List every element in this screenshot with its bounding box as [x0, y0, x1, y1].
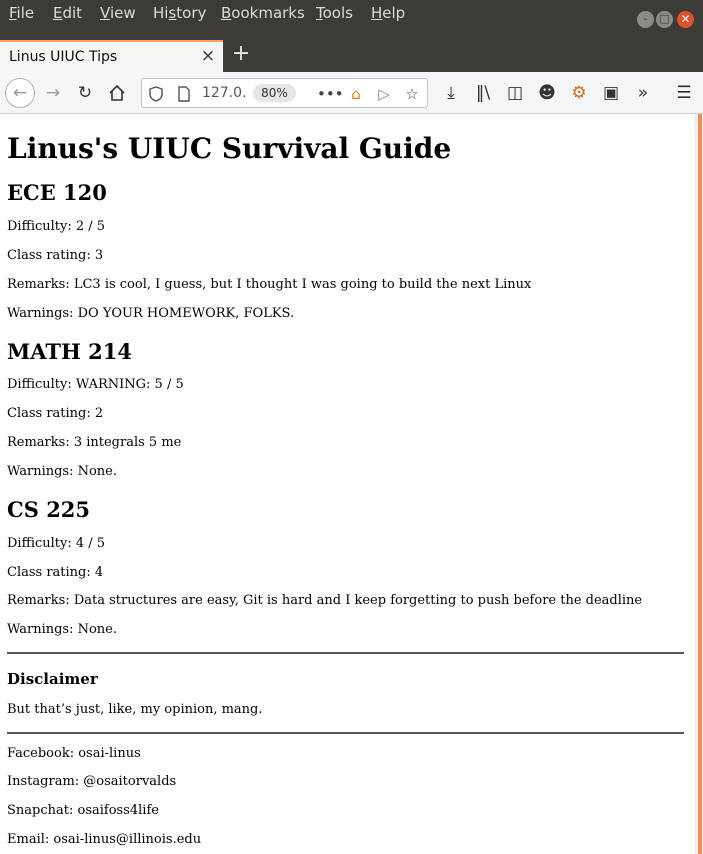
back-button[interactable]: ←: [5, 78, 35, 108]
contact-email: Email: osai-linus@illinois.edu: [7, 832, 202, 847]
menu-history[interactable]: History: [153, 4, 206, 22]
page-content: Linus's UIUC Survival Guide ECE 120 Diff…: [0, 114, 694, 854]
home-button[interactable]: [104, 80, 130, 106]
course-rating: Class rating: 4: [7, 565, 104, 580]
course-difficulty: Difficulty: 4 / 5: [7, 536, 106, 551]
menu-view[interactable]: View: [100, 4, 136, 22]
sidebar-button[interactable]: ◫: [502, 80, 528, 106]
tab-strip: Linus UIUC Tips × +: [0, 28, 703, 72]
minimize-button[interactable]: –: [637, 11, 654, 28]
extension-button[interactable]: ⚙: [566, 80, 592, 106]
page-icon[interactable]: [173, 83, 195, 105]
menu-bookmarks[interactable]: Bookmarks: [221, 4, 305, 22]
containers-button[interactable]: ▣: [598, 80, 624, 106]
tab-close-icon[interactable]: ×: [199, 46, 217, 66]
download-icon: ⤓: [447, 83, 455, 103]
plus-icon: +: [231, 41, 251, 66]
chevron-double-right-icon: »: [637, 83, 649, 103]
course-rating: Class rating: 3: [7, 248, 104, 263]
grid-icon: ▣: [602, 83, 620, 103]
course-remarks: Remarks: Data structures are easy, Git i…: [7, 593, 643, 608]
menu-tools[interactable]: Tools: [316, 4, 353, 22]
new-tab-button[interactable]: +: [229, 42, 253, 66]
page-title: Linus's UIUC Survival Guide: [7, 132, 452, 165]
arrow-right-icon: →: [45, 83, 61, 103]
tab-linus-uiuc-tips[interactable]: Linus UIUC Tips ×: [0, 40, 223, 72]
course-warnings: Warnings: None.: [7, 622, 118, 637]
menu-bar: File Edit View History Bookmarks Tools H…: [0, 0, 703, 28]
vertical-scrollbar[interactable]: [694, 114, 703, 854]
reload-icon: ↻: [77, 83, 93, 103]
home-bookmark-icon[interactable]: ⌂: [345, 83, 367, 105]
tab-title: Linus UIUC Tips: [9, 49, 118, 65]
maximize-button[interactable]: □: [656, 11, 673, 28]
disclaimer-text: But that’s just, like, my opinion, mang.: [7, 702, 263, 717]
account-button[interactable]: ☻: [534, 80, 560, 106]
course-remarks: Remarks: 3 integrals 5 me: [7, 435, 182, 450]
menu-file[interactable]: File: [9, 4, 34, 22]
course-remarks: Remarks: LC3 is cool, I guess, but I tho…: [7, 277, 532, 292]
contact-facebook: Facebook: osai-linus: [7, 746, 141, 761]
account-icon: ☻: [538, 83, 556, 103]
url-bar[interactable]: 127.0. 80% ••• ⌂ ▷ ☆: [141, 78, 428, 108]
scrollbar-thumb[interactable]: [698, 114, 702, 854]
course-heading-ece120: ECE 120: [7, 180, 107, 205]
close-window-button[interactable]: ✕: [677, 11, 694, 28]
sidebar-icon: ◫: [506, 83, 524, 103]
menu-edit[interactable]: Edit: [53, 4, 82, 22]
page-actions-icon[interactable]: •••: [317, 83, 344, 105]
contact-instagram: Instagram: @osaitorvalds: [7, 774, 177, 789]
downloads-button[interactable]: ⤓: [438, 80, 464, 106]
course-rating: Class rating: 2: [7, 406, 104, 421]
course-heading-cs225: CS 225: [7, 497, 91, 522]
library-button[interactable]: ‖\: [470, 80, 496, 106]
hamburger-icon: ☰: [676, 83, 692, 103]
menu-help[interactable]: Help: [371, 4, 405, 22]
course-warnings: Warnings: DO YOUR HOMEWORK, FOLKS.: [7, 306, 295, 321]
maximize-icon: □: [659, 12, 670, 25]
course-warnings: Warnings: None.: [7, 464, 118, 479]
extension-icon: ⚙: [571, 83, 587, 103]
arrow-left-icon: ←: [12, 83, 28, 103]
library-icon: ‖\: [475, 83, 491, 103]
divider: [7, 732, 684, 734]
pocket-icon[interactable]: ▷: [373, 83, 395, 105]
close-icon: ✕: [680, 12, 691, 26]
course-difficulty: Difficulty: WARNING: 5 / 5: [7, 377, 184, 392]
course-heading-math214: MATH 214: [7, 339, 133, 364]
reload-button[interactable]: ↻: [72, 80, 98, 106]
disclaimer-heading: Disclaimer: [7, 670, 98, 688]
url-text[interactable]: 127.0.: [202, 85, 247, 101]
course-difficulty: Difficulty: 2 / 5: [7, 219, 106, 234]
bookmark-star-icon[interactable]: ☆: [401, 83, 423, 105]
menu-button[interactable]: ☰: [671, 80, 697, 106]
zoom-level-badge[interactable]: 80%: [253, 84, 296, 102]
home-icon: [109, 84, 125, 101]
shield-icon[interactable]: [145, 83, 167, 105]
contact-snapchat: Snapchat: osaifoss4life: [7, 803, 159, 818]
navigation-toolbar: ← → ↻ 127.0. 80% ••• ⌂ ▷ ☆ ⤓ ‖\ ◫ ☻ ⚙ ▣ …: [0, 72, 703, 114]
overflow-button[interactable]: »: [630, 80, 656, 106]
divider: [7, 652, 684, 654]
minimize-icon: –: [642, 12, 649, 25]
forward-button[interactable]: →: [40, 80, 66, 106]
